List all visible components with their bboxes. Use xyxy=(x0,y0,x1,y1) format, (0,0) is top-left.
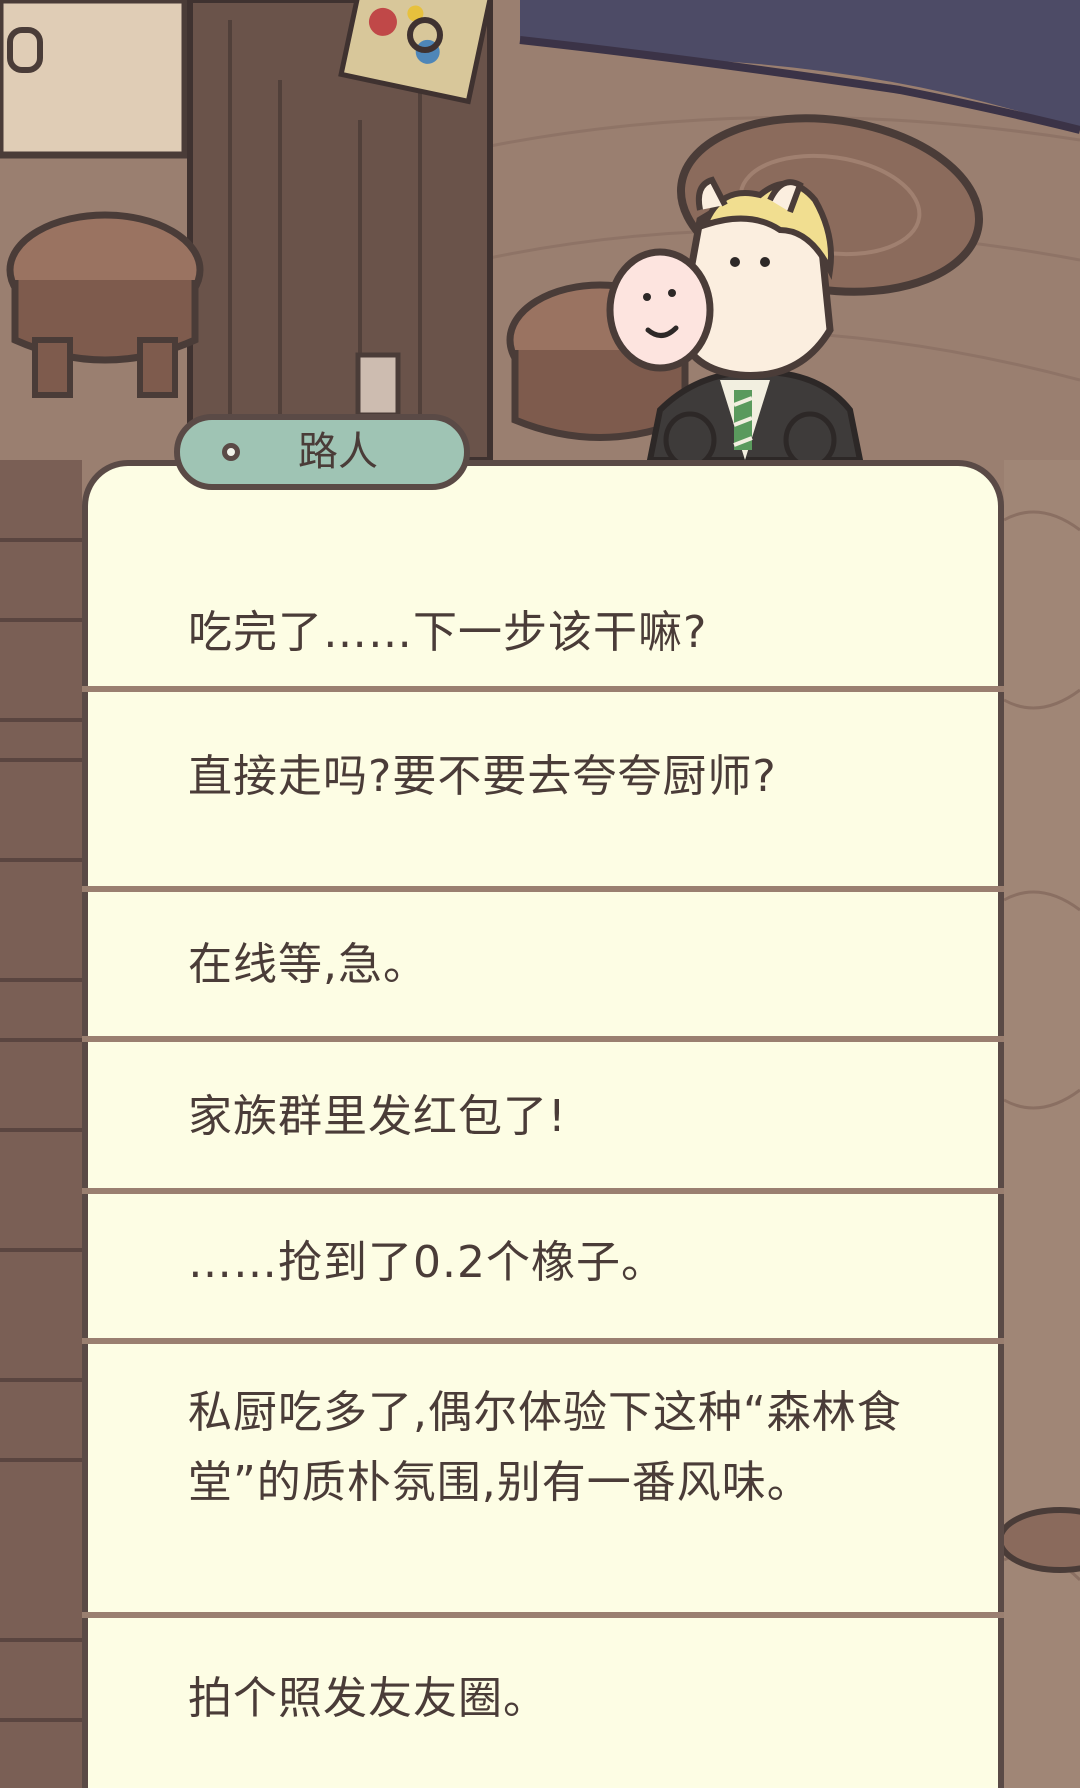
dialog-text-4: 家族群里发红包了! xyxy=(188,1091,567,1142)
dialog-text-3: 在线等,急。 xyxy=(188,939,428,990)
dialog-box-4[interactable]: 家族群里发红包了! xyxy=(82,1042,1004,1188)
dialog-text-1: 吃完了……下一步该干嘛? xyxy=(188,607,708,658)
dialog-box-2[interactable]: 直接走吗?要不要去夸夸厨师? xyxy=(82,692,1004,886)
dialog-box-5[interactable]: ……抢到了0.2个橡子。 xyxy=(82,1194,1004,1338)
speaker-name-tag: 路人 xyxy=(174,414,470,490)
dialog-text-7: 拍个照发友友圈。 xyxy=(188,1673,548,1724)
dialog-text-2: 直接走吗?要不要去夸夸厨师? xyxy=(188,751,777,802)
dialog-box-3[interactable]: 在线等,急。 xyxy=(82,892,1004,1036)
dialog-box-6[interactable]: 私厨吃多了,偶尔体验下这种“森林食堂”的质朴氛围,别有一番风味。 xyxy=(82,1344,1004,1612)
dialog-box-1[interactable]: 吃完了……下一步该干嘛? xyxy=(82,460,1004,686)
dialog-text-6: 私厨吃多了,偶尔体验下这种“森林食堂”的质朴氛围,别有一番风味。 xyxy=(188,1387,902,1508)
dialog-box-7[interactable]: 拍个照发友友圈。 xyxy=(82,1618,1004,1788)
speaker-name: 路人 xyxy=(298,429,378,475)
dialog-text-5: ……抢到了0.2个橡子。 xyxy=(188,1237,666,1288)
name-tag-dot-icon xyxy=(222,443,240,461)
